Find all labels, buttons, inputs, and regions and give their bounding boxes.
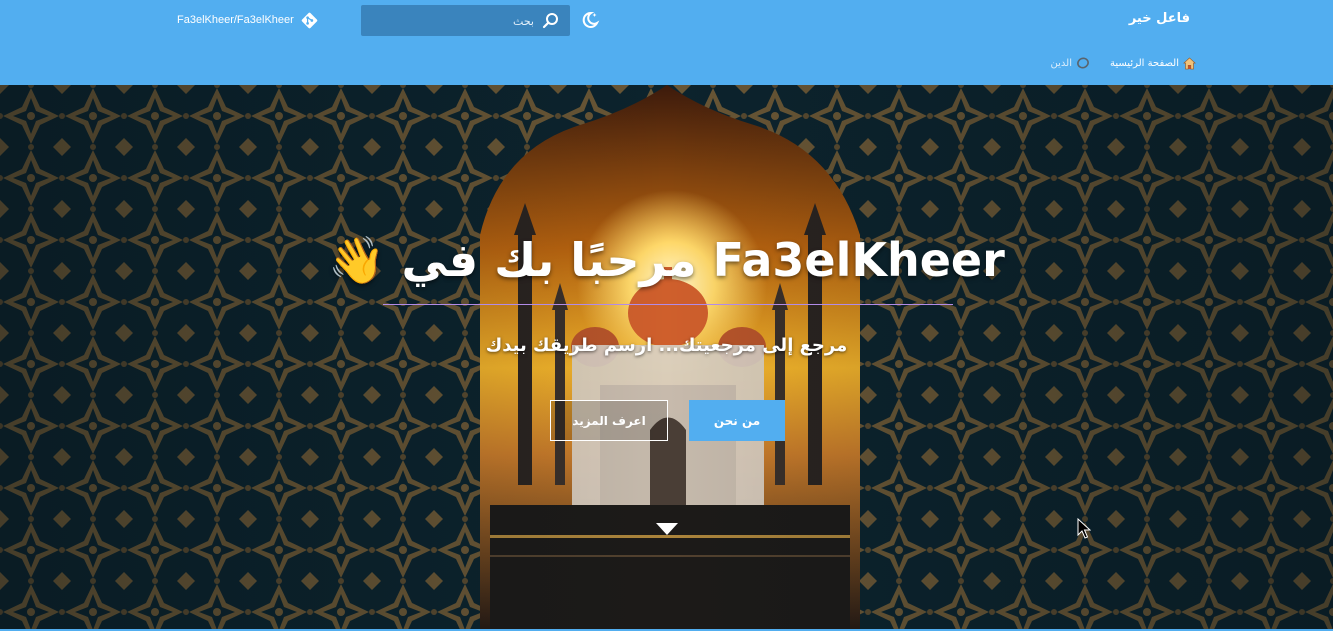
hero-divider [383,304,953,305]
mosque-background-image [0,85,1333,629]
search-box[interactable] [361,5,570,38]
learn-more-button[interactable]: اعرف المزيد [550,400,668,441]
scroll-down-icon[interactable] [655,522,679,536]
circle-icon [1077,57,1089,69]
home-icon [1183,56,1196,69]
search-input[interactable] [372,5,536,38]
hero-section: 👋 مرحبًا بك في Fa3elKheer مرجع إلى مرجعي… [0,85,1333,629]
mouse-cursor-icon [1077,518,1091,539]
nav-item-home[interactable]: الصفحة الرئيسية [1110,56,1196,70]
moon-icon[interactable] [580,10,600,30]
nav-item-religion[interactable]: الدين [1051,56,1090,70]
site-title[interactable]: فاعل خير [1129,11,1190,26]
nav-label-religion[interactable]: الدين [1051,58,1072,69]
nav-label-home[interactable]: الصفحة الرئيسية [1110,58,1179,69]
repo-label[interactable]: Fa3elKheer/Fa3elKheer [177,14,294,26]
repo-link[interactable]: Fa3elKheer/Fa3elKheer [177,11,319,29]
main-nav: الصفحة الرئيسية الدين [1051,56,1196,70]
git-icon [301,12,318,28]
hero-subtitle: مرجع إلى مرجعيتك... ارسم طريقك بيدك [485,335,848,356]
hero-title: 👋 مرحبًا بك في Fa3elKheer [328,233,1005,287]
top-header: فاعل خير Fa3elKheer/Fa3elKheer الصفحة [0,0,1333,85]
about-us-button[interactable]: من نحن [689,400,785,441]
search-icon[interactable] [542,12,560,30]
